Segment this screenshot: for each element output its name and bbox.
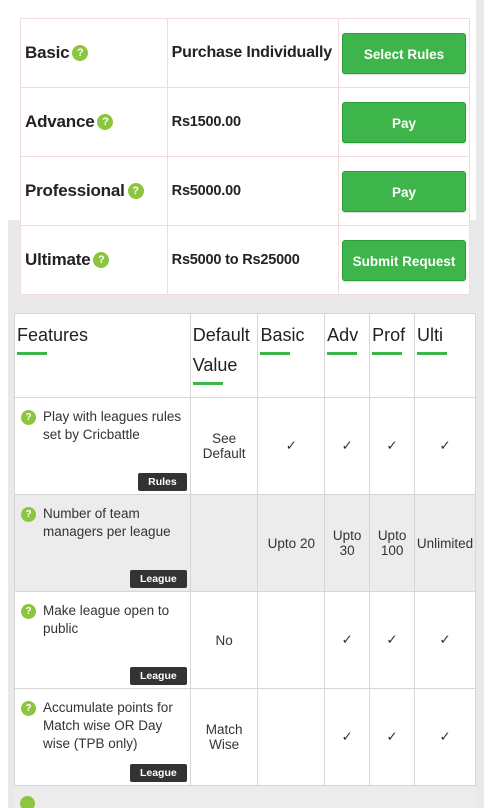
check-icon: ✓: [324, 591, 371, 689]
check-icon: ✓: [324, 397, 371, 495]
category-tag[interactable]: League: [129, 570, 187, 588]
feature-row: ? Make league open to public League No ✓ ✓…: [14, 591, 476, 689]
feature-text: Make league open to public: [43, 603, 170, 636]
help-icon: [20, 796, 35, 808]
help-icon[interactable]: ?: [21, 507, 36, 522]
help-icon[interactable]: ?: [21, 410, 36, 425]
col-header-ulti: Ulti: [414, 313, 476, 398]
help-icon[interactable]: ?: [93, 252, 110, 268]
plan-name: Basic: [25, 43, 70, 62]
plan-name: Ultimate: [25, 250, 91, 269]
plan-value: Upto 100: [369, 494, 416, 592]
plan-row-advance: Advance? Rs1500.00 Pay: [20, 87, 470, 157]
default-value: No: [189, 591, 259, 689]
check-icon: ✓: [369, 688, 416, 786]
plan-value: [257, 688, 326, 786]
plan-value: Unlimited: [414, 494, 476, 592]
plan-value: Upto 20: [257, 494, 326, 592]
plan-value: Upto 30: [324, 494, 371, 592]
feature-text: Number of team managers per league: [43, 506, 171, 539]
pay-button[interactable]: Pay: [342, 101, 467, 143]
check-icon: ✓: [414, 397, 476, 495]
help-icon[interactable]: ?: [97, 114, 114, 130]
default-value: [189, 494, 259, 592]
pricing-table: Basic? Purchase Individually Select Rule…: [20, 18, 470, 295]
help-icon[interactable]: ?: [72, 45, 89, 61]
col-header-prof: Prof: [369, 313, 416, 398]
plan-row-basic: Basic? Purchase Individually Select Rule…: [20, 18, 470, 88]
category-tag[interactable]: League: [129, 667, 187, 685]
header-underline: [260, 352, 291, 355]
partial-feature-row: [14, 785, 476, 808]
category-tag[interactable]: Rules: [138, 473, 187, 491]
plan-price: Rs1500.00: [171, 114, 241, 130]
default-value: See Default: [189, 397, 259, 495]
plan-price: Rs5000.00: [171, 183, 241, 199]
help-icon[interactable]: ?: [21, 701, 36, 716]
category-tag[interactable]: League: [129, 764, 187, 782]
default-value: Match Wise: [189, 688, 259, 786]
check-icon: ✓: [414, 688, 476, 786]
feature-text: Accumulate points for Match wise OR Day …: [43, 700, 173, 751]
header-underline: [372, 352, 403, 355]
feature-row: ? Play with leagues rules set by Cricbatt…: [14, 397, 476, 495]
plan-row-professional: Professional? Rs5000.00 Pay: [20, 156, 470, 226]
col-header-features: Features: [14, 313, 191, 398]
feature-text: Play with leagues rules set by Cricbattl…: [43, 409, 182, 442]
plan-price: Purchase Individually: [171, 44, 333, 61]
plan-name: Advance: [25, 112, 95, 131]
plan-price: Rs5000 to Rs25000: [171, 252, 300, 268]
col-header-default: Default Value: [189, 313, 259, 398]
header-underline: [17, 352, 47, 355]
header-underline: [417, 352, 448, 355]
help-icon[interactable]: ?: [127, 183, 144, 199]
plan-value: [257, 591, 326, 689]
check-icon: ✓: [414, 591, 476, 689]
check-icon: ✓: [369, 591, 416, 689]
check-icon: ✓: [257, 397, 326, 495]
features-header-row: Features Default Value Basic Adv Prof Ult…: [14, 313, 476, 398]
col-header-basic: Basic: [257, 313, 326, 398]
submit-request-button[interactable]: Submit Request: [342, 239, 467, 281]
check-icon: ✓: [324, 688, 371, 786]
pay-button[interactable]: Pay: [342, 170, 467, 212]
plan-row-ultimate: Ultimate? Rs5000 to Rs25000 Submit Reque…: [20, 225, 470, 295]
header-underline: [192, 382, 223, 385]
col-header-adv: Adv: [324, 313, 371, 398]
select-rules-button[interactable]: Select Rules: [342, 32, 467, 74]
header-underline: [327, 352, 358, 355]
feature-row: ? Number of team managers per league Leagu…: [14, 494, 476, 592]
help-icon[interactable]: ?: [21, 604, 36, 619]
check-icon: ✓: [369, 397, 416, 495]
feature-row: ? Accumulate points for Match wise OR Day…: [14, 688, 476, 786]
features-table: Features Default Value Basic Adv Prof Ult…: [14, 313, 476, 786]
plan-name: Professional: [25, 181, 125, 200]
